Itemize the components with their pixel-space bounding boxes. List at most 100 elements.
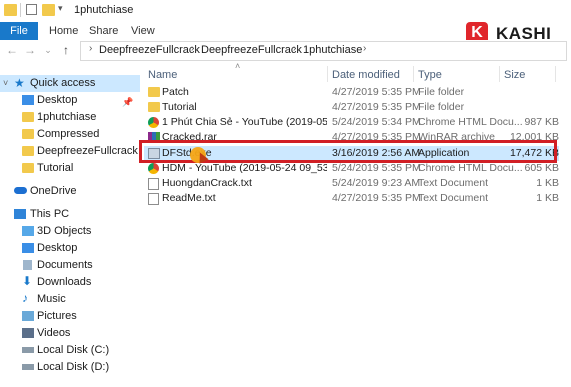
column-header-name[interactable]: Name	[148, 69, 177, 81]
nav-item-downloads[interactable]: ⬇ Downloads	[0, 274, 140, 291]
breadcrumb-item[interactable]: DeepfreezeFullcrack	[201, 44, 302, 56]
file-name: ReadMe.txt	[162, 192, 216, 204]
address-bar[interactable]: › DeepfreezeFullcrack › DeepfreezeFullcr…	[80, 41, 567, 61]
column-divider[interactable]	[413, 66, 414, 82]
nav-quick-access[interactable]: ˅ ★ Quick access	[0, 75, 140, 92]
nav-this-pc[interactable]: This PC	[0, 206, 140, 223]
nav-item-music[interactable]: ♪ Music	[0, 291, 140, 308]
nav-label: Local Disk (D:)	[37, 361, 110, 373]
star-icon: ★	[14, 76, 25, 90]
nav-label: Downloads	[37, 276, 92, 288]
back-arrow-icon[interactable]: ←	[4, 42, 20, 58]
nav-item-1phutchiase[interactable]: 1phutchiase	[0, 109, 140, 126]
nav-label: Compressed	[37, 128, 100, 140]
column-header-type[interactable]: Type	[418, 69, 442, 81]
nav-label: Tutorial	[37, 162, 74, 174]
folder-icon	[4, 4, 17, 16]
file-date: 4/27/2019 5:35 PM	[332, 86, 421, 98]
nav-label: DeepfreezeFullcrack	[37, 145, 138, 157]
nav-item-local-disk-d[interactable]: Local Disk (D:)	[0, 359, 140, 376]
nav-item-desktop[interactable]: Desktop 📌	[0, 92, 140, 109]
desktop-icon	[22, 243, 34, 253]
forward-arrow-icon[interactable]: →	[22, 42, 38, 58]
video-icon	[22, 328, 34, 338]
file-date: 5/24/2019 5:34 PM	[332, 116, 421, 128]
nav-label: Documents	[37, 259, 93, 271]
file-list: Name ˄ Date modified Type Size Patch 4/2…	[140, 61, 571, 387]
nav-label: This PC	[30, 208, 70, 220]
quick-access-dropdown-icon[interactable]: ▾	[58, 3, 71, 15]
nav-label: OneDrive	[30, 185, 77, 197]
tab-view[interactable]: View	[131, 25, 155, 37]
folder-icon	[22, 129, 34, 139]
chevron-down-icon[interactable]: ˅	[3, 75, 8, 92]
file-date: 4/27/2019 5:35 PM	[332, 101, 421, 113]
file-size: 605 KB	[524, 162, 559, 174]
folder-icon	[148, 87, 160, 97]
up-arrow-icon[interactable]: ↑	[58, 42, 74, 58]
nav-item-tutorial[interactable]: Tutorial	[0, 160, 140, 177]
new-folder-icon[interactable]	[42, 4, 55, 16]
nav-label: Quick access	[30, 77, 96, 89]
tab-home[interactable]: Home	[49, 25, 78, 37]
file-size: 1 KB	[536, 177, 559, 189]
window-title: 1phutchiase	[74, 4, 134, 16]
tab-file[interactable]: File	[0, 22, 38, 40]
properties-icon[interactable]	[26, 4, 37, 15]
column-header-date[interactable]: Date modified	[332, 69, 400, 81]
title-bar: ▾ 1phutchiase	[0, 0, 571, 22]
nav-item-3d-objects[interactable]: 3D Objects	[0, 223, 140, 240]
column-header-size[interactable]: Size	[504, 69, 525, 81]
breadcrumb-separator: ›	[363, 43, 367, 54]
nav-item-deepfreezefullcrack[interactable]: DeepfreezeFullcrack	[0, 143, 140, 160]
text-file-icon	[148, 193, 159, 205]
file-row[interactable]: HuongdanCrack.txt 5/24/2019 9:23 AM Text…	[144, 176, 559, 191]
drive-icon	[22, 364, 34, 370]
breadcrumb-item[interactable]: 1phutchiase	[303, 44, 362, 56]
file-row[interactable]: Tutorial 4/27/2019 5:35 PM File folder	[144, 100, 559, 115]
cloud-icon	[14, 187, 27, 194]
file-row[interactable]: 1 Phút Chia Sẻ - YouTube (2019-05-24 09.…	[144, 115, 559, 130]
nav-label: 3D Objects	[37, 225, 92, 237]
file-name: HDM - YouTube (2019-05-24 09_53_37).h...	[162, 162, 327, 174]
tab-share[interactable]: Share	[89, 25, 118, 37]
file-row[interactable]: ReadMe.txt 4/27/2019 5:35 PM Text Docume…	[144, 191, 559, 206]
nav-item-pictures[interactable]: Pictures	[0, 308, 140, 325]
nav-label: Local Disk (C:)	[37, 344, 110, 356]
music-note-icon: ♪	[22, 291, 28, 305]
file-type: Text Document	[418, 177, 489, 189]
nav-item-compressed[interactable]: Compressed	[0, 126, 140, 143]
nav-item-documents[interactable]: Documents	[0, 257, 140, 274]
column-divider[interactable]	[499, 66, 500, 82]
file-name: 1 Phút Chia Sẻ - YouTube (2019-05-24 09.…	[162, 116, 327, 128]
column-divider[interactable]	[327, 66, 328, 82]
file-type: File folder	[418, 101, 465, 113]
recent-locations-chevron-icon[interactable]: ⌄	[40, 42, 56, 58]
nav-item-local-disk-c[interactable]: Local Disk (C:)	[0, 342, 140, 359]
chrome-icon	[148, 163, 159, 174]
file-name: Tutorial	[162, 101, 197, 113]
nav-item-desktop-pc[interactable]: Desktop	[0, 240, 140, 257]
nav-label: Music	[37, 293, 66, 305]
file-size: 1 KB	[536, 192, 559, 204]
nav-item-videos[interactable]: Videos	[0, 325, 140, 342]
folder-icon	[22, 112, 34, 122]
breadcrumb-item[interactable]: DeepfreezeFullcrack	[99, 44, 200, 56]
file-size: 987 KB	[524, 116, 559, 128]
nav-label: Videos	[37, 327, 71, 339]
cube-icon	[22, 226, 34, 236]
document-icon	[23, 260, 32, 270]
breadcrumb-separator: ›	[89, 43, 93, 54]
file-row[interactable]: HDM - YouTube (2019-05-24 09_53_37).h...…	[144, 161, 559, 176]
breadcrumb-separator: ›	[293, 43, 297, 54]
download-arrow-icon: ⬇	[22, 274, 33, 288]
picture-icon	[22, 311, 34, 321]
file-date: 5/24/2019 9:23 AM	[332, 177, 421, 189]
folder-icon	[148, 102, 160, 112]
nav-onedrive[interactable]: OneDrive	[0, 183, 140, 200]
nav-label: Desktop	[37, 242, 78, 254]
file-row[interactable]: Patch 4/27/2019 5:35 PM File folder	[144, 85, 559, 100]
file-name: Patch	[162, 86, 189, 98]
address-row: ← → ⌄ ↑ › DeepfreezeFullcrack › Deepfree…	[0, 40, 571, 62]
column-divider[interactable]	[555, 66, 556, 82]
